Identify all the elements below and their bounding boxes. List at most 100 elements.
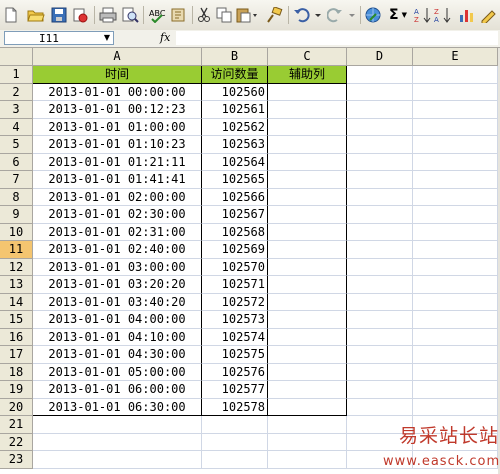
cell-b7[interactable]: 102565 (202, 171, 268, 189)
paste-icon[interactable] (236, 6, 258, 24)
cell-d10[interactable] (347, 224, 413, 241)
cell-b21[interactable] (202, 416, 268, 434)
cell-a9[interactable]: 2013-01-01 02:30:00 (33, 206, 202, 224)
row-header-18[interactable]: 18 (0, 364, 33, 381)
cell-b3[interactable]: 102561 (202, 101, 268, 119)
cell-e8[interactable] (413, 189, 498, 206)
cell-a20[interactable]: 2013-01-01 06:30:00 (33, 399, 202, 416)
column-header-c[interactable]: C (268, 48, 347, 66)
cell-d12[interactable] (347, 259, 413, 276)
name-box[interactable]: I11 (4, 31, 114, 45)
cell-e6[interactable] (413, 154, 498, 171)
cell-b22[interactable] (202, 434, 268, 451)
cell-b17[interactable]: 102575 (202, 346, 268, 364)
cell-d17[interactable] (347, 346, 413, 364)
cell-c18[interactable] (268, 364, 347, 381)
row-header-13[interactable]: 13 (0, 276, 33, 294)
cell-c11[interactable] (268, 241, 347, 259)
cell-a19[interactable]: 2013-01-01 06:00:00 (33, 381, 202, 399)
cell-c14[interactable] (268, 294, 347, 311)
cell-c21[interactable] (268, 416, 347, 434)
row-header-15[interactable]: 15 (0, 311, 33, 329)
cell-a7[interactable]: 2013-01-01 01:41:41 (33, 171, 202, 189)
cell-c7[interactable] (268, 171, 347, 189)
cell-c12[interactable] (268, 259, 347, 276)
row-header-22[interactable]: 22 (0, 434, 33, 451)
row-header-2[interactable]: 2 (0, 84, 33, 101)
row-header-23[interactable]: 23 (0, 451, 33, 469)
select-all-corner[interactable] (0, 48, 33, 66)
cell-b8[interactable]: 102566 (202, 189, 268, 206)
cell-e3[interactable] (413, 101, 498, 119)
cell-a17[interactable]: 2013-01-01 04:30:00 (33, 346, 202, 364)
cell-a2[interactable]: 2013-01-01 00:00:00 (33, 84, 202, 101)
permission-icon[interactable] (72, 6, 88, 24)
cut-icon[interactable] (197, 6, 211, 24)
autosum-icon[interactable]: Σ ▼ (385, 6, 411, 24)
hyperlink-icon[interactable] (364, 6, 382, 24)
cell-d18[interactable] (347, 364, 413, 381)
name-box-dropdown-icon[interactable]: ▼ (100, 31, 114, 45)
cell-a12[interactable]: 2013-01-01 03:00:00 (33, 259, 202, 276)
cell-b9[interactable]: 102567 (202, 206, 268, 224)
cell-b12[interactable]: 102570 (202, 259, 268, 276)
cell-b6[interactable]: 102564 (202, 154, 268, 171)
cell-e18[interactable] (413, 364, 498, 381)
cell-a16[interactable]: 2013-01-01 04:10:00 (33, 329, 202, 346)
row-header-4[interactable]: 4 (0, 119, 33, 136)
cell-d5[interactable] (347, 136, 413, 154)
sort-descending-icon[interactable]: ZA (434, 6, 452, 24)
cell-e19[interactable] (413, 381, 498, 399)
cell-e5[interactable] (413, 136, 498, 154)
cell-d7[interactable] (347, 171, 413, 189)
cell-d3[interactable] (347, 101, 413, 119)
cell-b15[interactable]: 102573 (202, 311, 268, 329)
insert-function-button[interactable]: fx (160, 31, 174, 45)
cell-a4[interactable]: 2013-01-01 01:00:00 (33, 119, 202, 136)
cell-e16[interactable] (413, 329, 498, 346)
cell-e1[interactable] (413, 66, 498, 84)
cell-c16[interactable] (268, 329, 347, 346)
cell-c20[interactable] (268, 399, 347, 416)
row-header-17[interactable]: 17 (0, 346, 33, 364)
cell-d8[interactable] (347, 189, 413, 206)
row-header-19[interactable]: 19 (0, 381, 33, 399)
row-header-1[interactable]: 1 (0, 66, 33, 84)
row-header-16[interactable]: 16 (0, 329, 33, 346)
cell-c19[interactable] (268, 381, 347, 399)
cell-a14[interactable]: 2013-01-01 03:40:20 (33, 294, 202, 311)
cell-a8[interactable]: 2013-01-01 02:00:00 (33, 189, 202, 206)
cell-c10[interactable] (268, 224, 347, 241)
cell-a3[interactable]: 2013-01-01 00:12:23 (33, 101, 202, 119)
new-document-icon[interactable] (3, 6, 19, 24)
row-header-21[interactable]: 21 (0, 416, 33, 434)
column-header-b[interactable]: B (202, 48, 268, 66)
print-icon[interactable] (99, 6, 117, 24)
chart-wizard-icon[interactable] (458, 6, 476, 24)
cell-d9[interactable] (347, 206, 413, 224)
cell-a21[interactable] (33, 416, 202, 434)
cell-b18[interactable]: 102576 (202, 364, 268, 381)
cell-c17[interactable] (268, 346, 347, 364)
cell-e13[interactable] (413, 276, 498, 294)
row-header-5[interactable]: 5 (0, 136, 33, 154)
cell-b11[interactable]: 102569 (202, 241, 268, 259)
cell-b23[interactable] (202, 451, 268, 469)
cell-e7[interactable] (413, 171, 498, 189)
cell-e14[interactable] (413, 294, 498, 311)
cell-d15[interactable] (347, 311, 413, 329)
cell-b16[interactable]: 102574 (202, 329, 268, 346)
cell-a10[interactable]: 2013-01-01 02:31:00 (33, 224, 202, 241)
cell-b19[interactable]: 102577 (202, 381, 268, 399)
cell-e11[interactable] (413, 241, 498, 259)
row-header-10[interactable]: 10 (0, 224, 33, 241)
cell-d16[interactable] (347, 329, 413, 346)
cell-a6[interactable]: 2013-01-01 01:21:11 (33, 154, 202, 171)
cell-a22[interactable] (33, 434, 202, 451)
cell-b14[interactable]: 102572 (202, 294, 268, 311)
cell-c15[interactable] (268, 311, 347, 329)
print-preview-icon[interactable] (121, 6, 139, 24)
cell-c23[interactable] (268, 451, 347, 469)
cell-c1[interactable]: 辅助列 (268, 66, 347, 84)
row-header-8[interactable]: 8 (0, 189, 33, 206)
